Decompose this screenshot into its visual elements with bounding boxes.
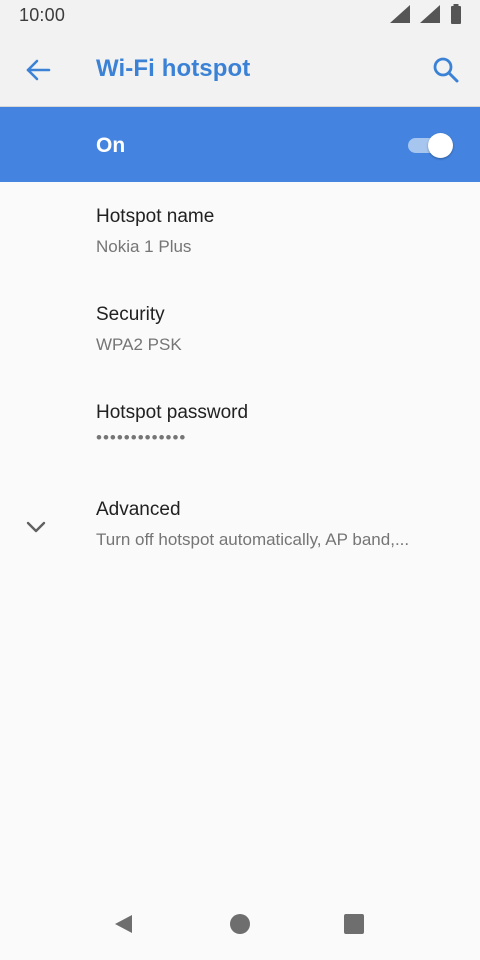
master-switch-label: On [96,134,126,157]
setting-value: Nokia 1 Plus [96,237,192,256]
signal-icon [420,4,440,28]
chevron-down-icon [24,515,48,539]
nav-back-icon [112,915,136,940]
setting-advanced[interactable]: Advanced Turn off hotspot automatically,… [0,475,480,571]
back-button[interactable] [22,54,54,86]
nav-recents-button[interactable] [342,912,366,936]
status-icons [390,3,462,29]
app-bar: Wi-Fi hotspot [0,32,480,106]
setting-title: Hotspot password [96,402,249,423]
setting-title: Security [96,304,165,325]
page-title: Wi-Fi hotspot [96,55,251,82]
setting-title: Hotspot name [96,206,215,227]
battery-icon [450,3,462,29]
setting-summary: Turn off hotspot automatically, AP band,… [96,530,410,549]
system-nav-bar [0,888,480,960]
password-mask: ••••••••••••• [96,428,187,447]
nav-recents-icon [342,914,366,940]
signal-icon [390,4,410,28]
wifi-hotspot-screen: 10:00 Wi-Fi hotspot On Hotspot name Noki… [0,0,480,960]
hotspot-toggle[interactable] [406,133,456,158]
arrow-back-icon [22,59,54,90]
nav-home-button[interactable] [228,912,252,936]
toggle-thumb [428,133,453,158]
setting-value: WPA2 PSK [96,335,182,354]
nav-home-icon [228,914,252,940]
setting-hotspot-password[interactable]: Hotspot password ••••••••••••• [0,378,480,474]
setting-title: Advanced [96,499,181,520]
search-icon [430,57,462,90]
status-bar: 10:00 [0,0,480,32]
nav-back-button[interactable] [112,912,136,936]
hotspot-master-switch-bar[interactable]: On [0,107,480,182]
setting-security[interactable]: Security WPA2 PSK [0,280,480,376]
setting-hotspot-name[interactable]: Hotspot name Nokia 1 Plus [0,182,480,278]
status-time: 10:00 [19,5,66,25]
search-button[interactable] [430,54,462,86]
